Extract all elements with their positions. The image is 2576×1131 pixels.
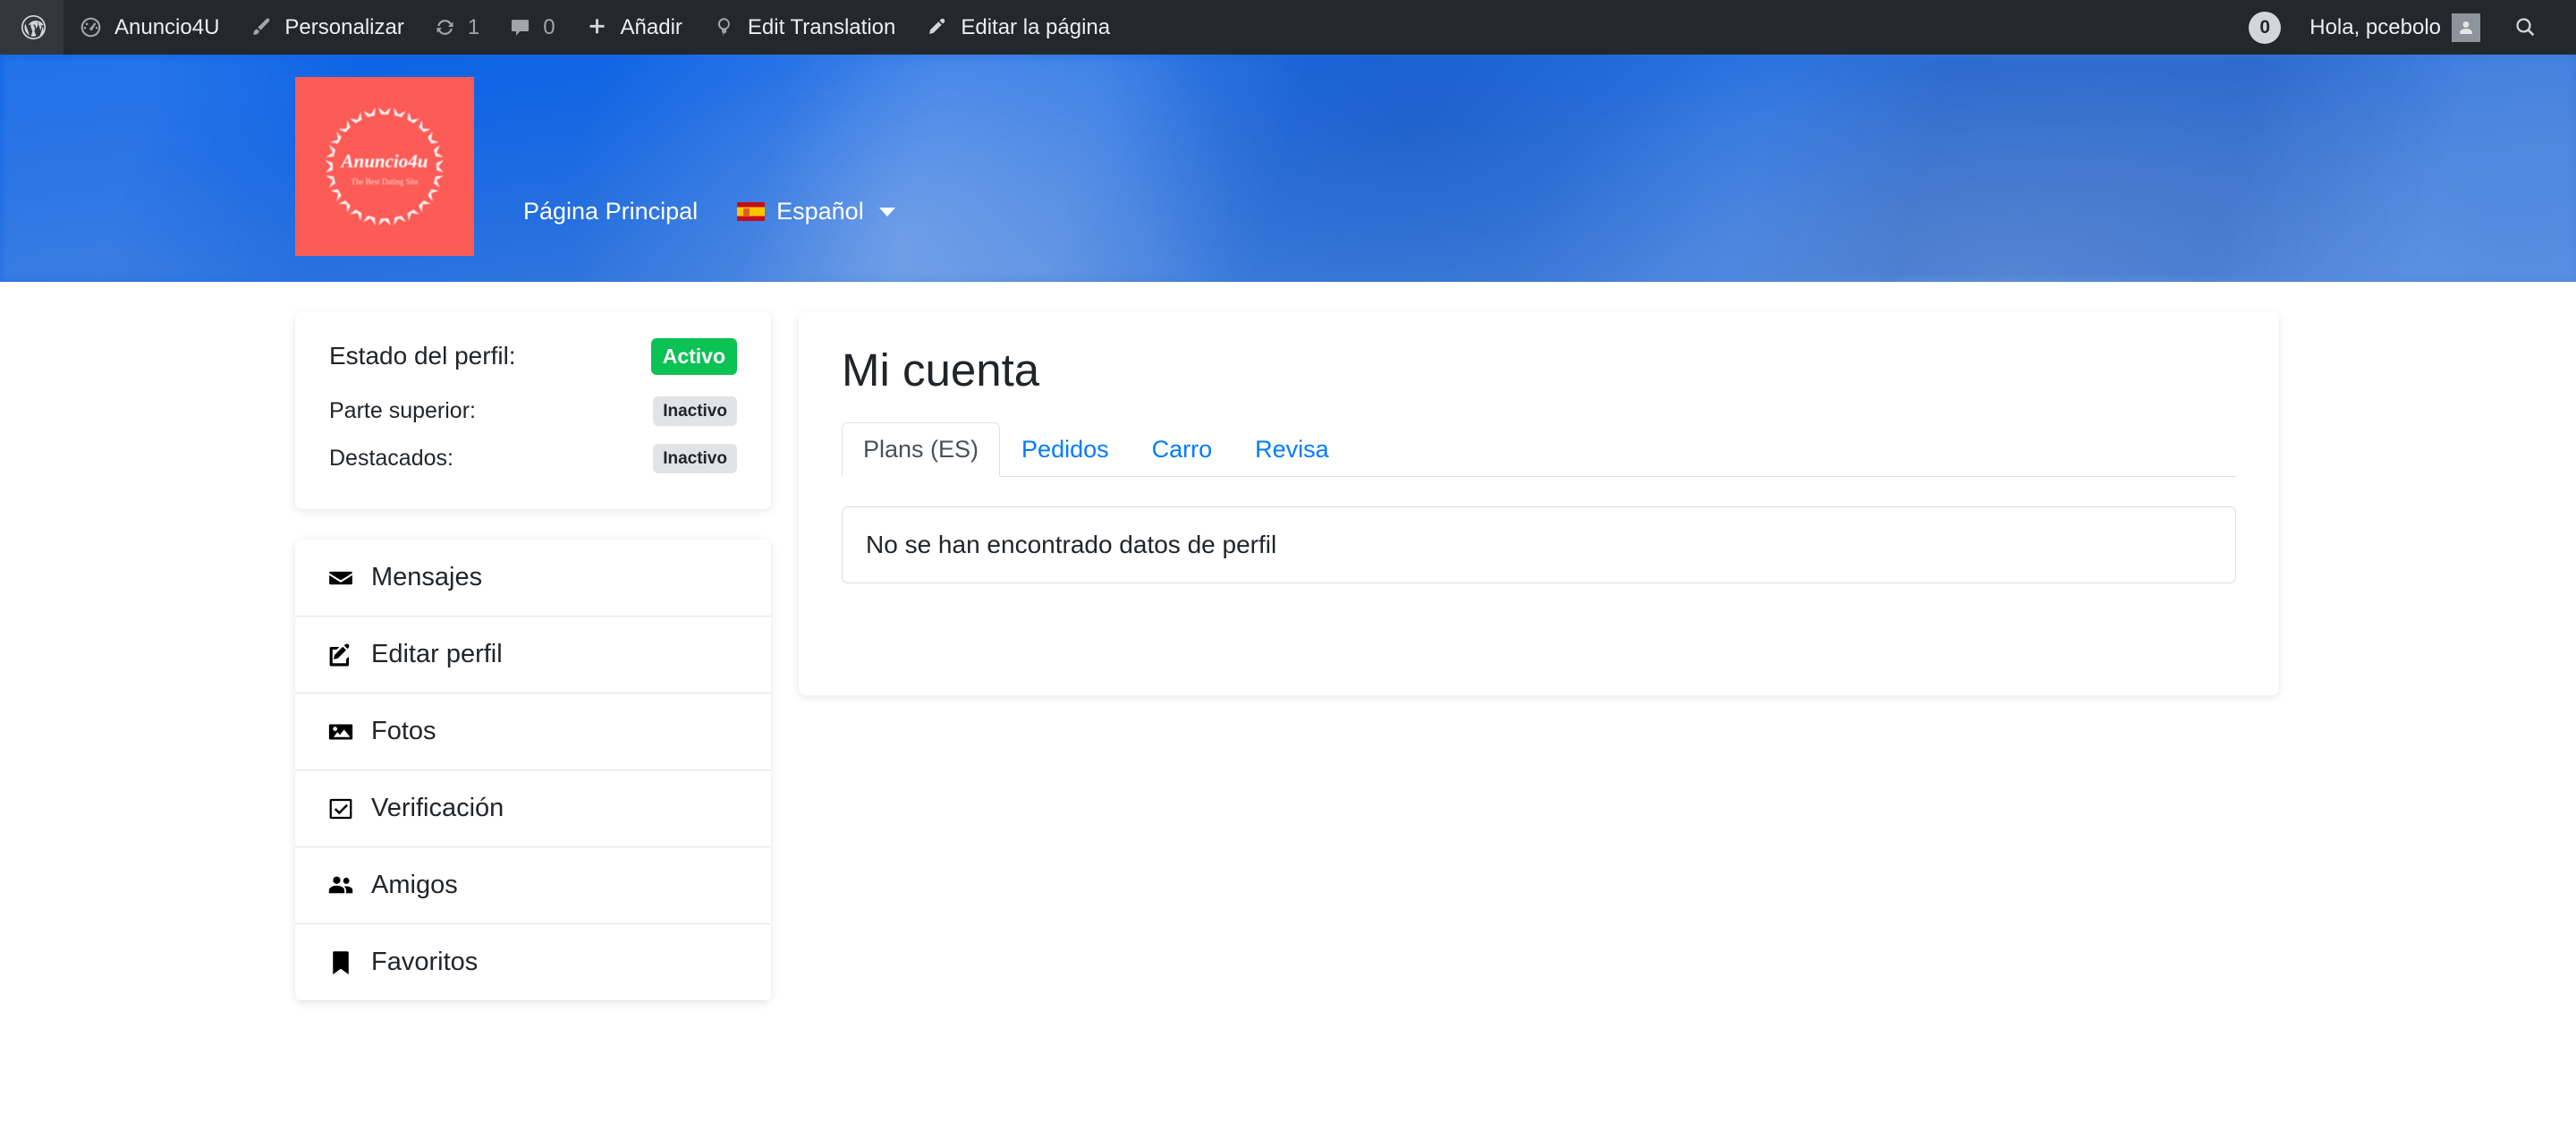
wordpress-logo-button[interactable]: [0, 0, 64, 55]
admin-bar-edit-page-label: Editar la página: [961, 14, 1111, 39]
status-badge-top: Inactivo: [653, 396, 737, 426]
admin-bar-item-new-content[interactable]: Añadir: [570, 0, 697, 55]
flag-es-icon: [737, 202, 766, 221]
dashboard-icon: [78, 14, 104, 40]
avatar: [2452, 13, 2480, 42]
admin-bar-edit-translation-label: Edit Translation: [747, 14, 896, 39]
logo-tagline-text: The Best Dating Site: [351, 177, 418, 186]
hero-content: Anuncio4u The Best Dating Site Página Pr…: [0, 55, 2576, 282]
notifications-count-badge: 0: [2249, 11, 2282, 44]
admin-bar-search-button[interactable]: [2495, 0, 2556, 55]
status-badge-featured: Inactivo: [653, 444, 737, 473]
sidebar-item-fotos[interactable]: Fotos: [295, 693, 771, 770]
main-content-card: Mi cuenta Plans (ES) Pedidos Carro Revis…: [799, 311, 2279, 695]
search-icon: [2512, 14, 2538, 40]
check-square-icon: [326, 795, 356, 822]
comment-icon: [508, 15, 532, 39]
admin-bar-new-content-label: Añadir: [620, 14, 682, 39]
site-logo[interactable]: Anuncio4u The Best Dating Site: [295, 77, 474, 256]
profile-status-card: Estado del perfil: Activo Parte superior…: [295, 311, 771, 509]
logo-graphic: Anuncio4u The Best Dating Site: [326, 107, 444, 225]
admin-bar-left-group: Anuncio4U Personalizar 1 0 Añadir Edit T…: [0, 0, 1124, 55]
admin-bar-updates-count: 1: [467, 14, 480, 39]
admin-bar-item-edit-translation[interactable]: Edit Translation: [697, 0, 910, 55]
sidebar-item-label: Favoritos: [371, 948, 479, 976]
page-title: Mi cuenta: [842, 344, 1040, 395]
admin-bar-item-customize[interactable]: Personalizar: [233, 0, 418, 55]
paintbrush-icon: [248, 14, 274, 40]
language-label: Español: [776, 198, 864, 225]
hero-banner: Anuncio4u The Best Dating Site Página Pr…: [0, 55, 2576, 282]
updates-icon: [433, 15, 457, 39]
sidebar-item-label: Amigos: [371, 871, 458, 899]
admin-bar-right-group: 0 Hola, pcebolo: [2234, 0, 2576, 55]
sidebar-item-mensajes[interactable]: Mensajes: [295, 540, 771, 617]
admin-bar-greeting-label: Hola, pcebolo: [2309, 14, 2441, 39]
admin-bar-comments-count: 0: [543, 14, 555, 39]
wordpress-icon: [20, 13, 47, 41]
account-tabs: Plans (ES) Pedidos Carro Revisa: [842, 422, 2236, 478]
pencil-icon: [924, 14, 950, 40]
translate-icon: [711, 14, 737, 40]
nav-link-home[interactable]: Página Principal: [523, 198, 698, 225]
language-switcher[interactable]: Español: [737, 198, 895, 225]
users-icon: [326, 872, 356, 900]
sidebar-item-editar-perfil[interactable]: Editar perfil: [295, 617, 771, 693]
tab-carro[interactable]: Carro: [1131, 422, 1234, 477]
sidebar: Estado del perfil: Activo Parte superior…: [295, 311, 771, 1001]
edit-square-icon: [326, 642, 356, 668]
sidebar-item-label: Verificación: [371, 794, 504, 822]
admin-bar-customize-label: Personalizar: [284, 14, 404, 39]
status-label-featured: Destacados:: [329, 446, 453, 472]
status-row-top: Parte superior: Inactivo: [329, 387, 737, 435]
status-label-profile: Estado del perfil:: [329, 342, 516, 370]
sidebar-item-label: Editar perfil: [371, 640, 503, 668]
admin-bar-item-comments[interactable]: 0: [494, 0, 569, 55]
admin-bar-item-edit-page[interactable]: Editar la página: [910, 0, 1124, 55]
bookmark-icon: [326, 949, 356, 976]
status-row-profile: Estado del perfil: Activo: [329, 335, 737, 387]
wp-admin-bar: Anuncio4U Personalizar 1 0 Añadir Edit T…: [0, 0, 2576, 55]
tab-revisa[interactable]: Revisa: [1233, 422, 1351, 477]
plus-icon: [584, 14, 610, 40]
tab-plans-es[interactable]: Plans (ES): [842, 422, 1001, 478]
sidebar-item-amigos[interactable]: Amigos: [295, 847, 771, 924]
tab-pedidos[interactable]: Pedidos: [1000, 422, 1131, 477]
admin-bar-item-site-name[interactable]: Anuncio4U: [64, 0, 233, 55]
sidebar-item-label: Mensajes: [371, 563, 483, 591]
empty-state-message: No se han encontrado datos de perfil: [842, 506, 2236, 584]
admin-bar-my-account[interactable]: Hola, pcebolo: [2295, 0, 2495, 55]
chevron-down-icon: [878, 207, 895, 217]
sidebar-item-favoritos[interactable]: Favoritos: [295, 924, 771, 1001]
status-row-featured: Destacados: Inactivo: [329, 435, 737, 482]
admin-bar-site-name-label: Anuncio4U: [114, 14, 220, 39]
hero-navigation: Página Principal Español: [523, 198, 895, 225]
admin-bar-item-updates[interactable]: 1: [419, 0, 494, 55]
sidebar-item-label: Fotos: [371, 717, 436, 745]
sidebar-menu-card: Mensajes Editar perfil Fotos Verificació…: [295, 540, 771, 1001]
envelope-icon: [326, 565, 356, 591]
status-badge-profile: Activo: [650, 338, 737, 375]
logo-brand-text: Anuncio4u: [340, 150, 428, 172]
status-label-top: Parte superior:: [329, 398, 476, 424]
sidebar-item-verificacion[interactable]: Verificación: [295, 770, 771, 847]
admin-bar-notifications-button[interactable]: 0: [2234, 0, 2295, 55]
image-icon: [326, 719, 356, 745]
page-body: Estado del perfil: Activo Parte superior…: [0, 282, 2576, 1131]
